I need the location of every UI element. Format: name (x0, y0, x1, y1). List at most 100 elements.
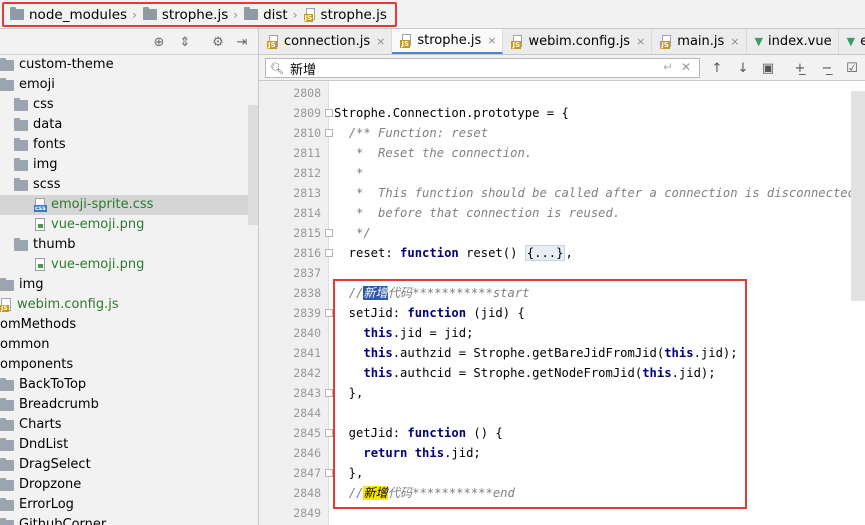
close-tab-icon[interactable]: × (730, 35, 739, 48)
tree-item[interactable]: Breadcrumb (0, 395, 258, 415)
tree-item[interactable]: scss (0, 175, 258, 195)
tree-item[interactable]: data (0, 115, 258, 135)
tab-label: connection.js (284, 34, 371, 49)
line-number: 2816 (293, 246, 321, 260)
line-number: 2808 (293, 86, 321, 100)
fold-marker-icon[interactable] (325, 129, 333, 137)
tab-label: index.vue (767, 34, 832, 49)
js-file-icon: JS (400, 33, 413, 48)
line-number: 2841 (293, 346, 321, 360)
collapse-all-icon[interactable]: ⇕ (176, 33, 194, 51)
tree-item[interactable]: vue-emoji.png (0, 215, 258, 235)
tree-item-label: img (19, 277, 44, 292)
tree-item[interactable]: ErrorLog (0, 495, 258, 515)
line-number: 2838 (293, 286, 321, 300)
tree-item[interactable]: vue-emoji.png (0, 255, 258, 275)
next-occurrence-icon[interactable]: ↓ (734, 59, 752, 77)
code-line[interactable]: Strophe.Connection.prototype = { (334, 103, 569, 123)
code-line[interactable]: * (334, 163, 363, 183)
tree-item-label: fonts (33, 137, 66, 152)
close-tab-icon[interactable]: × (376, 35, 385, 48)
tree-item[interactable]: css emoji-sprite.css (0, 195, 258, 215)
code-line[interactable]: * Reset the connection. (334, 143, 532, 163)
tree-item[interactable]: BackToTop (0, 375, 258, 395)
tree-item[interactable]: ommon (0, 335, 258, 355)
tree-item-label: omponents (0, 357, 74, 372)
fold-marker-icon[interactable] (325, 229, 333, 237)
fold-marker-icon[interactable] (325, 109, 333, 117)
code-line[interactable]: /** Function: reset (334, 123, 488, 143)
fold-marker-icon[interactable] (325, 469, 333, 477)
editor-tab[interactable]: JS webim.config.js × (503, 29, 653, 54)
tree-item-label: emoji-sprite.css (51, 197, 154, 212)
editor-tab[interactable]: ▼ index.vue (747, 29, 839, 54)
line-number: 2840 (293, 326, 321, 340)
enter-icon[interactable]: ↵ (663, 60, 673, 74)
editor-tab[interactable]: JS main.js × (652, 29, 747, 54)
tree-item[interactable]: GithubCorner (0, 515, 258, 525)
code-line[interactable]: */ (334, 223, 371, 243)
tree-item-label: omMethods (0, 317, 77, 332)
tree-item-label: ErrorLog (19, 497, 74, 512)
breadcrumb-item[interactable]: JS strophe.js (303, 7, 387, 23)
code-line[interactable]: * before that connection is reused. (334, 203, 620, 223)
tree-item[interactable]: img (0, 275, 258, 295)
breadcrumb-item[interactable]: node_modules (10, 7, 127, 23)
js-file-icon: JS (511, 34, 524, 49)
tree-item[interactable]: Charts (0, 415, 258, 435)
fold-marker-icon[interactable] (325, 309, 333, 317)
tree-item[interactable]: custom-theme (0, 55, 258, 75)
fold-marker-icon[interactable] (325, 249, 333, 257)
editor-tab[interactable]: ▼ emo (839, 29, 865, 54)
tree-item[interactable]: emoji (0, 75, 258, 95)
close-tab-icon[interactable]: × (636, 35, 645, 48)
close-tab-icon[interactable]: × (487, 34, 496, 47)
tree-item[interactable]: Dropzone (0, 475, 258, 495)
project-tree: custom-theme emoji css data fonts img scss css e… (0, 55, 258, 525)
hide-icon[interactable]: ⇥ (233, 33, 251, 51)
tree-item[interactable]: DragSelect (0, 455, 258, 475)
js-file-icon: JS (303, 7, 317, 22)
folder-icon (0, 57, 14, 71)
project-scrollbar[interactable] (248, 105, 258, 225)
clear-icon[interactable]: ✕ (681, 60, 691, 74)
find-input-box[interactable]: 🔍︎ 新增 ↵ ✕ (265, 58, 700, 78)
filter-icon[interactable]: ☑ (843, 59, 861, 77)
tree-item[interactable]: omponents (0, 355, 258, 375)
remove-selection-icon[interactable]: −̲ (818, 59, 836, 77)
breadcrumb-item[interactable]: strophe.js (142, 7, 228, 23)
code-line[interactable]: * This function should be called after a… (334, 183, 855, 203)
editor-tabs: JS connection.js × JS strophe.js × JS webim.con… (259, 29, 865, 55)
tree-item[interactable]: omMethods (0, 315, 258, 335)
line-number: 2815 (293, 226, 321, 240)
add-selection-icon[interactable]: +̲ (791, 59, 809, 77)
tree-item[interactable]: fonts (0, 135, 258, 155)
breadcrumb-item[interactable]: dist (244, 7, 288, 23)
code-line[interactable]: reset: function reset() {...}, (334, 243, 573, 263)
tree-item-label: emoji (19, 77, 55, 92)
fold-marker-icon[interactable] (325, 429, 333, 437)
js-file-icon: JS (0, 298, 12, 312)
breadcrumb-separator-icon: › (292, 7, 298, 22)
line-number: 2842 (293, 366, 321, 380)
select-all-icon[interactable]: ▣ (759, 59, 777, 77)
js-file-icon: JS (267, 34, 280, 49)
crosshair-icon[interactable]: ⊕ (150, 33, 168, 51)
folder-icon (14, 137, 28, 151)
search-icon[interactable]: 🔍︎ (270, 62, 284, 75)
editor-tab[interactable]: JS strophe.js × (392, 29, 504, 54)
folder-icon (0, 77, 14, 91)
tree-item[interactable]: DndList (0, 435, 258, 455)
gear-icon[interactable]: ⚙ (209, 33, 227, 51)
line-number: 2849 (293, 506, 321, 520)
editor-tab[interactable]: JS connection.js × (259, 29, 393, 54)
tree-item[interactable]: thumb (0, 235, 258, 255)
editor-scrollbar[interactable] (851, 91, 865, 301)
folder-icon (0, 437, 14, 451)
prev-occurrence-icon[interactable]: ↑ (708, 59, 726, 77)
tree-item[interactable]: css (0, 95, 258, 115)
fold-marker-icon[interactable] (325, 389, 333, 397)
tree-item[interactable]: JS webim.config.js (0, 295, 258, 315)
search-input[interactable]: 新增 (290, 59, 316, 78)
tree-item[interactable]: img (0, 155, 258, 175)
